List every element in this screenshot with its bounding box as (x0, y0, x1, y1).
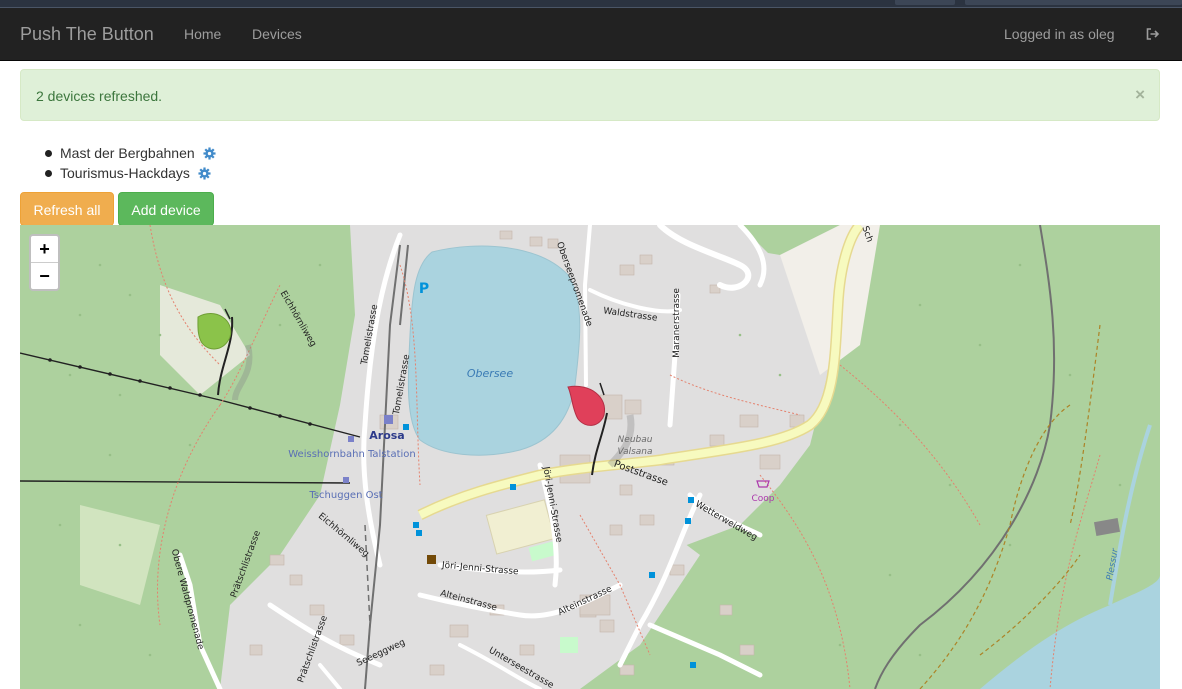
coop-label: Coop (751, 494, 774, 504)
weisshorn-label: Weisshornbahn Talstation (288, 449, 416, 460)
obere-waldpromenade-label: Obere Waldpromenade (169, 548, 206, 651)
brand-link[interactable]: Push The Button (20, 8, 154, 60)
tschuggen-label: Tschuggen Ost (308, 490, 382, 501)
zoom-out-button[interactable]: − (31, 263, 58, 289)
valsana-label: Valsana (617, 447, 652, 457)
alert-message: 2 devices refreshed. (36, 88, 163, 104)
device-name[interactable]: Mast der Bergbahnen (60, 145, 195, 161)
device-name[interactable]: Tourismus-Hackdays (60, 165, 190, 181)
eichhornliweg-label: Eichhörnliweg (278, 289, 318, 348)
maranerstrasse-label: Maranerstrasse (672, 288, 682, 358)
lake-label: Obersee (467, 367, 513, 380)
navbar: Push The Button Home Devices Logged in a… (0, 8, 1182, 61)
parking-label: P (419, 281, 429, 297)
success-alert: 2 devices refreshed. × (20, 69, 1160, 121)
nav-home[interactable]: Home (184, 8, 221, 60)
gear-icon[interactable] (202, 147, 216, 160)
add-device-button[interactable]: Add device (118, 192, 214, 226)
zoom-in-button[interactable]: + (31, 236, 58, 263)
map[interactable]: Obersee Arosa Weisshornbahn Talstation T… (20, 225, 1160, 689)
list-item: Mast der Bergbahnen (45, 143, 216, 163)
refresh-all-button[interactable]: Refresh all (20, 192, 114, 226)
nav-devices[interactable]: Devices (252, 8, 302, 60)
browser-top-strip (0, 0, 1182, 8)
map-tiles: Obersee Arosa Weisshornbahn Talstation T… (20, 225, 1160, 689)
neubau-label: Neubau (618, 435, 653, 445)
gear-icon[interactable] (198, 167, 211, 180)
logged-in-user: Logged in as oleg (1004, 26, 1115, 42)
device-list: Mast der Bergbahnen Tourismus-Hackdays (45, 143, 216, 183)
station-label: Arosa (369, 429, 404, 442)
zoom-control: + − (29, 234, 60, 291)
list-item: Tourismus-Hackdays (45, 163, 216, 183)
bullet-icon (45, 170, 52, 177)
sign-out-icon[interactable] (1146, 28, 1160, 40)
bullet-icon (45, 150, 52, 157)
alert-close-button[interactable]: × (1135, 86, 1145, 103)
